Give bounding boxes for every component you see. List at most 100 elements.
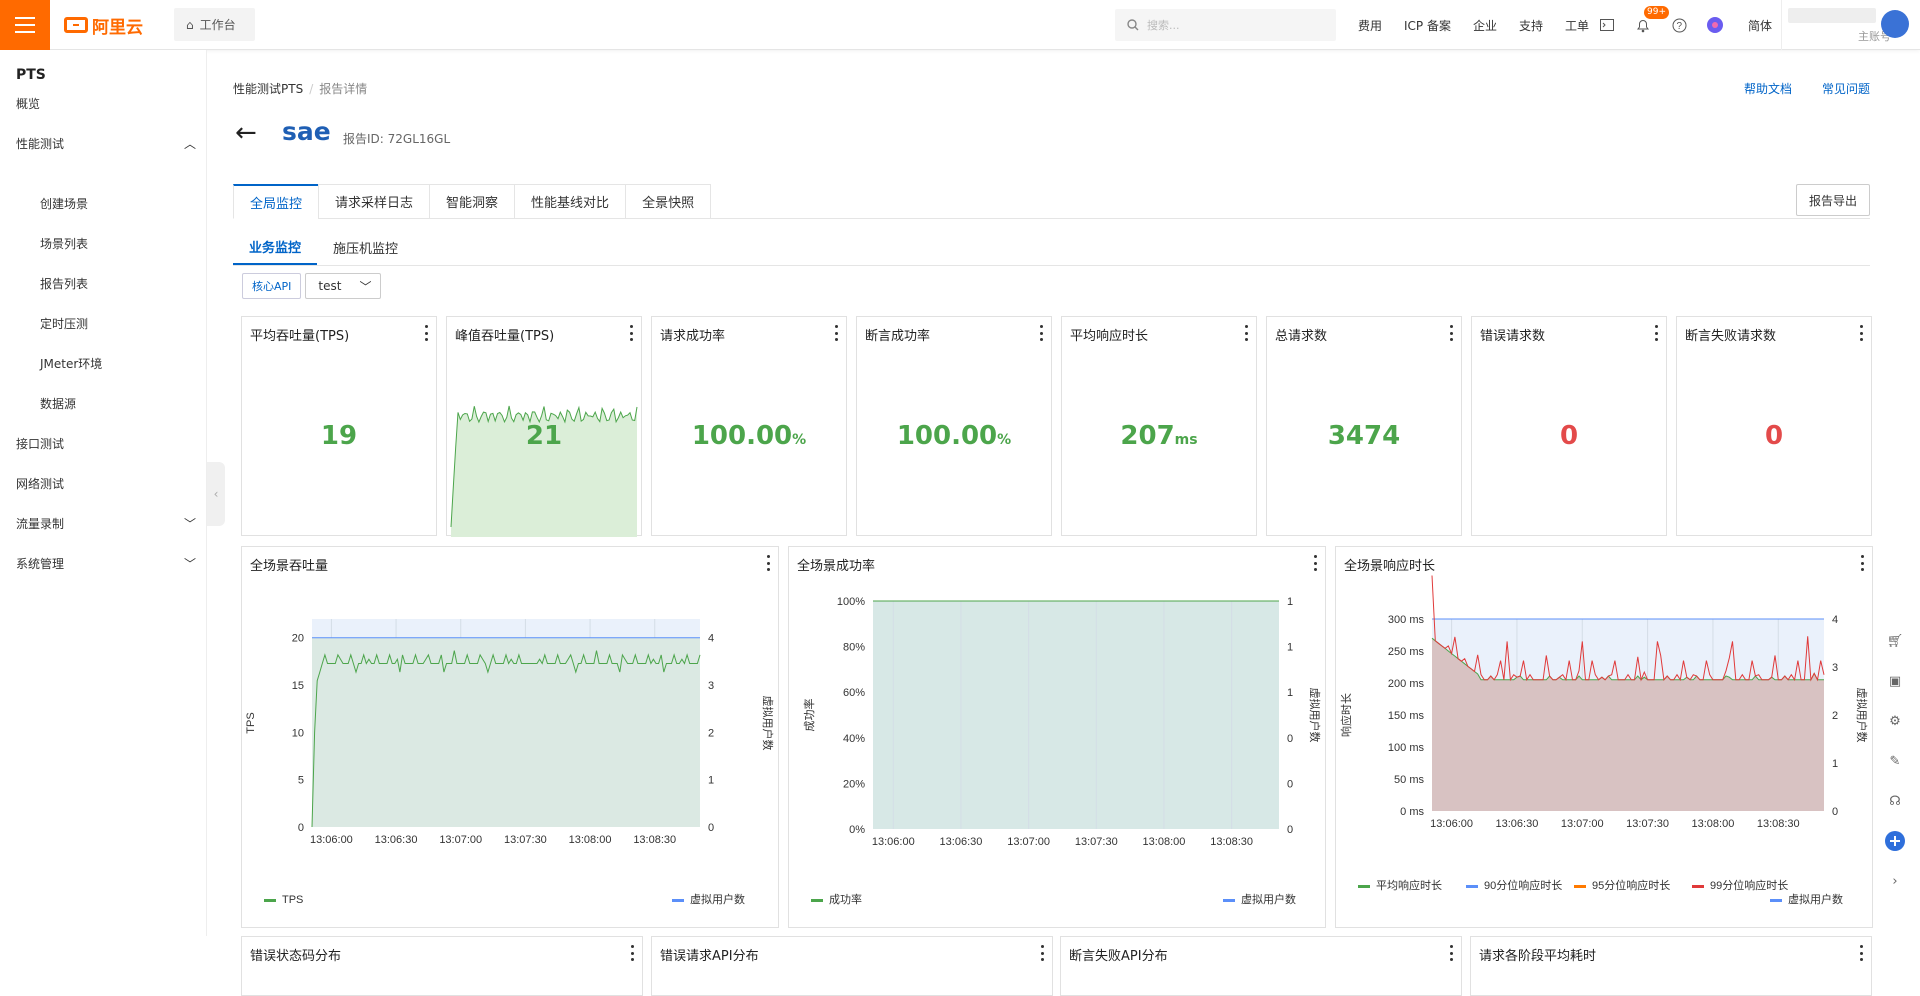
tab-sample-log[interactable]: 请求采样日志 <box>318 184 430 219</box>
y-tick-label: 100% <box>837 596 865 608</box>
tab-baseline[interactable]: 性能基线对比 <box>514 184 626 219</box>
kpi-value: 0 <box>1472 421 1666 451</box>
more-icon[interactable] <box>424 325 428 341</box>
sidebar-collapse-handle[interactable]: ‹ <box>207 462 225 526</box>
nav-cost[interactable]: 费用 <box>1358 17 1382 34</box>
sidebar-item-label: 创建场景 <box>40 197 89 211</box>
legend-swatch <box>264 899 276 902</box>
sidebar-item-label: JMeter环境 <box>40 357 103 371</box>
sidebar-item-scheduled[interactable]: 定时压测 <box>40 315 190 332</box>
subtab-load-machine[interactable]: 施压机监控 <box>317 230 414 265</box>
more-icon[interactable] <box>1039 325 1043 341</box>
edit-icon[interactable]: ✎ <box>1884 750 1906 772</box>
ai-assistant-icon[interactable] <box>1706 16 1724 34</box>
y-tick-label: 0% <box>849 824 865 836</box>
sidebar-item-label: 定时压测 <box>40 317 89 331</box>
help-icon[interactable]: ? <box>1670 16 1688 34</box>
legend-label: 95分位响应时长 <box>1592 878 1670 892</box>
account-menu[interactable]: 主账号 <box>1781 0 1891 50</box>
menu-icon[interactable] <box>0 0 50 50</box>
sidebar-item-overview[interactable]: 概览 <box>16 95 196 112</box>
kpi-title: 错误请求数 <box>1480 329 1546 344</box>
sidebar-item-perf-test[interactable]: 性能测试 ︿ <box>16 135 196 152</box>
headset-icon[interactable]: ☊ <box>1884 790 1906 812</box>
report-id-value: 72GL16GL <box>387 132 451 146</box>
aliyun-logo[interactable]: 阿里云 <box>64 14 143 38</box>
chevron-down-icon: ﹀ <box>183 557 196 571</box>
legend-swatch <box>811 899 823 902</box>
sidebar-item-create-scene[interactable]: 创建场景 <box>40 195 190 212</box>
bell-icon[interactable]: 99+ <box>1634 6 1669 34</box>
legend-swatch <box>1466 885 1478 888</box>
chart-card-response-time: 全场景响应时长 13:06:00 13:06:30 13:07:00 13:07:30… <box>1335 546 1873 928</box>
calculator-icon[interactable]: ▣ <box>1884 670 1906 692</box>
legend-swatch <box>1358 885 1370 888</box>
faq-link[interactable]: 常见问题 <box>1822 80 1870 97</box>
assistant-icon[interactable] <box>1884 830 1906 852</box>
legend-label: 虚拟用户数 <box>1241 892 1296 906</box>
x-tick-label: 13:08:00 <box>1692 818 1735 830</box>
kpi-card: 平均响应时长 207ms <box>1061 316 1257 536</box>
sidebar-item-traffic-record[interactable]: 流量录制 ﹀ <box>16 515 196 532</box>
more-icon[interactable] <box>629 325 633 341</box>
back-arrow-icon[interactable]: ← <box>235 118 257 148</box>
tab-global-monitor[interactable]: 全局监控 <box>233 184 319 219</box>
breadcrumb-root[interactable]: 性能测试PTS <box>233 82 303 96</box>
kpi-unit: % <box>792 432 807 448</box>
sidebar-item-datasource[interactable]: 数据源 <box>40 395 190 412</box>
subtab-business[interactable]: 业务监控 <box>233 230 318 265</box>
x-tick-label: 13:07:30 <box>1075 836 1118 848</box>
more-icon[interactable] <box>1449 945 1453 961</box>
workbench-label: 工作台 <box>199 18 236 32</box>
nav-ticket[interactable]: 工单 <box>1565 17 1589 34</box>
sidebar-item-jmeter[interactable]: JMeter环境 <box>40 355 190 372</box>
y-tick-label: 300 ms <box>1388 614 1425 626</box>
sidebar-item-network-test[interactable]: 网络测试 <box>16 475 196 492</box>
nav-enterprise[interactable]: 企业 <box>1473 17 1497 34</box>
kpi-number: 3474 <box>1327 421 1401 451</box>
settings-icon[interactable]: ⚙ <box>1884 710 1906 732</box>
core-api-button[interactable]: 核心API <box>242 273 302 299</box>
sidebar-item-api-test[interactable]: 接口测试 <box>16 435 196 452</box>
x-tick-label: 13:08:30 <box>633 834 676 846</box>
search-input[interactable]: 搜索... <box>1115 9 1336 41</box>
y-tick-label: 10 <box>292 727 304 739</box>
tab-snapshot[interactable]: 全景快照 <box>625 184 712 219</box>
more-icon[interactable] <box>1859 325 1863 341</box>
legend-label: 成功率 <box>829 892 862 906</box>
y2-axis-label: 虚拟用户数 <box>1855 688 1869 743</box>
top-icons: 99+ ? <box>1598 0 1724 50</box>
more-icon[interactable] <box>834 325 838 341</box>
legend-swatch <box>1223 899 1235 902</box>
avatar[interactable] <box>1881 10 1909 38</box>
nav-support[interactable]: 支持 <box>1519 17 1543 34</box>
kpi-unit: ms <box>1174 432 1198 448</box>
export-report-button[interactable]: 报告导出 <box>1796 184 1870 216</box>
language-switch[interactable]: 简体 <box>1748 17 1772 34</box>
y2-axis-label: 虚拟用户数 <box>761 696 775 751</box>
success-rate-chart: 13:06:00 13:06:30 13:07:00 13:07:30 13:08:00… <box>802 596 1322 906</box>
more-icon[interactable] <box>1654 325 1658 341</box>
sidebar-item-report-list[interactable]: 报告列表 <box>40 275 190 292</box>
sidebar-item-scene-list[interactable]: 场景列表 <box>40 235 190 252</box>
sidebar-item-system[interactable]: 系统管理 ﹀ <box>16 555 196 572</box>
more-icon[interactable] <box>1040 945 1044 961</box>
terminal-icon[interactable] <box>1598 16 1616 34</box>
nav-icp[interactable]: ICP 备案 <box>1404 17 1451 34</box>
more-icon[interactable] <box>1244 325 1248 341</box>
kpi-number: 0 <box>1559 421 1579 451</box>
x-tick-label: 13:08:00 <box>1143 836 1186 848</box>
sidebar-item-label: 数据源 <box>40 397 77 411</box>
chevron-down-icon: ﹀ <box>359 279 372 294</box>
chevron-right-icon[interactable]: › <box>1884 870 1906 892</box>
more-icon[interactable] <box>1449 325 1453 341</box>
more-icon[interactable] <box>630 945 634 961</box>
kpi-card: 错误请求数 0 <box>1471 316 1667 536</box>
help-doc-link[interactable]: 帮助文档 <box>1744 80 1792 97</box>
api-select[interactable]: test ﹀ <box>305 273 382 299</box>
workbench-button[interactable]: ⌂ 工作台 <box>174 8 255 41</box>
kpi-value: 0 <box>1677 421 1871 451</box>
tab-insight[interactable]: 智能洞察 <box>429 184 515 219</box>
more-icon[interactable] <box>1859 945 1863 961</box>
cart-icon[interactable]: 🛒︎ <box>1884 630 1906 652</box>
